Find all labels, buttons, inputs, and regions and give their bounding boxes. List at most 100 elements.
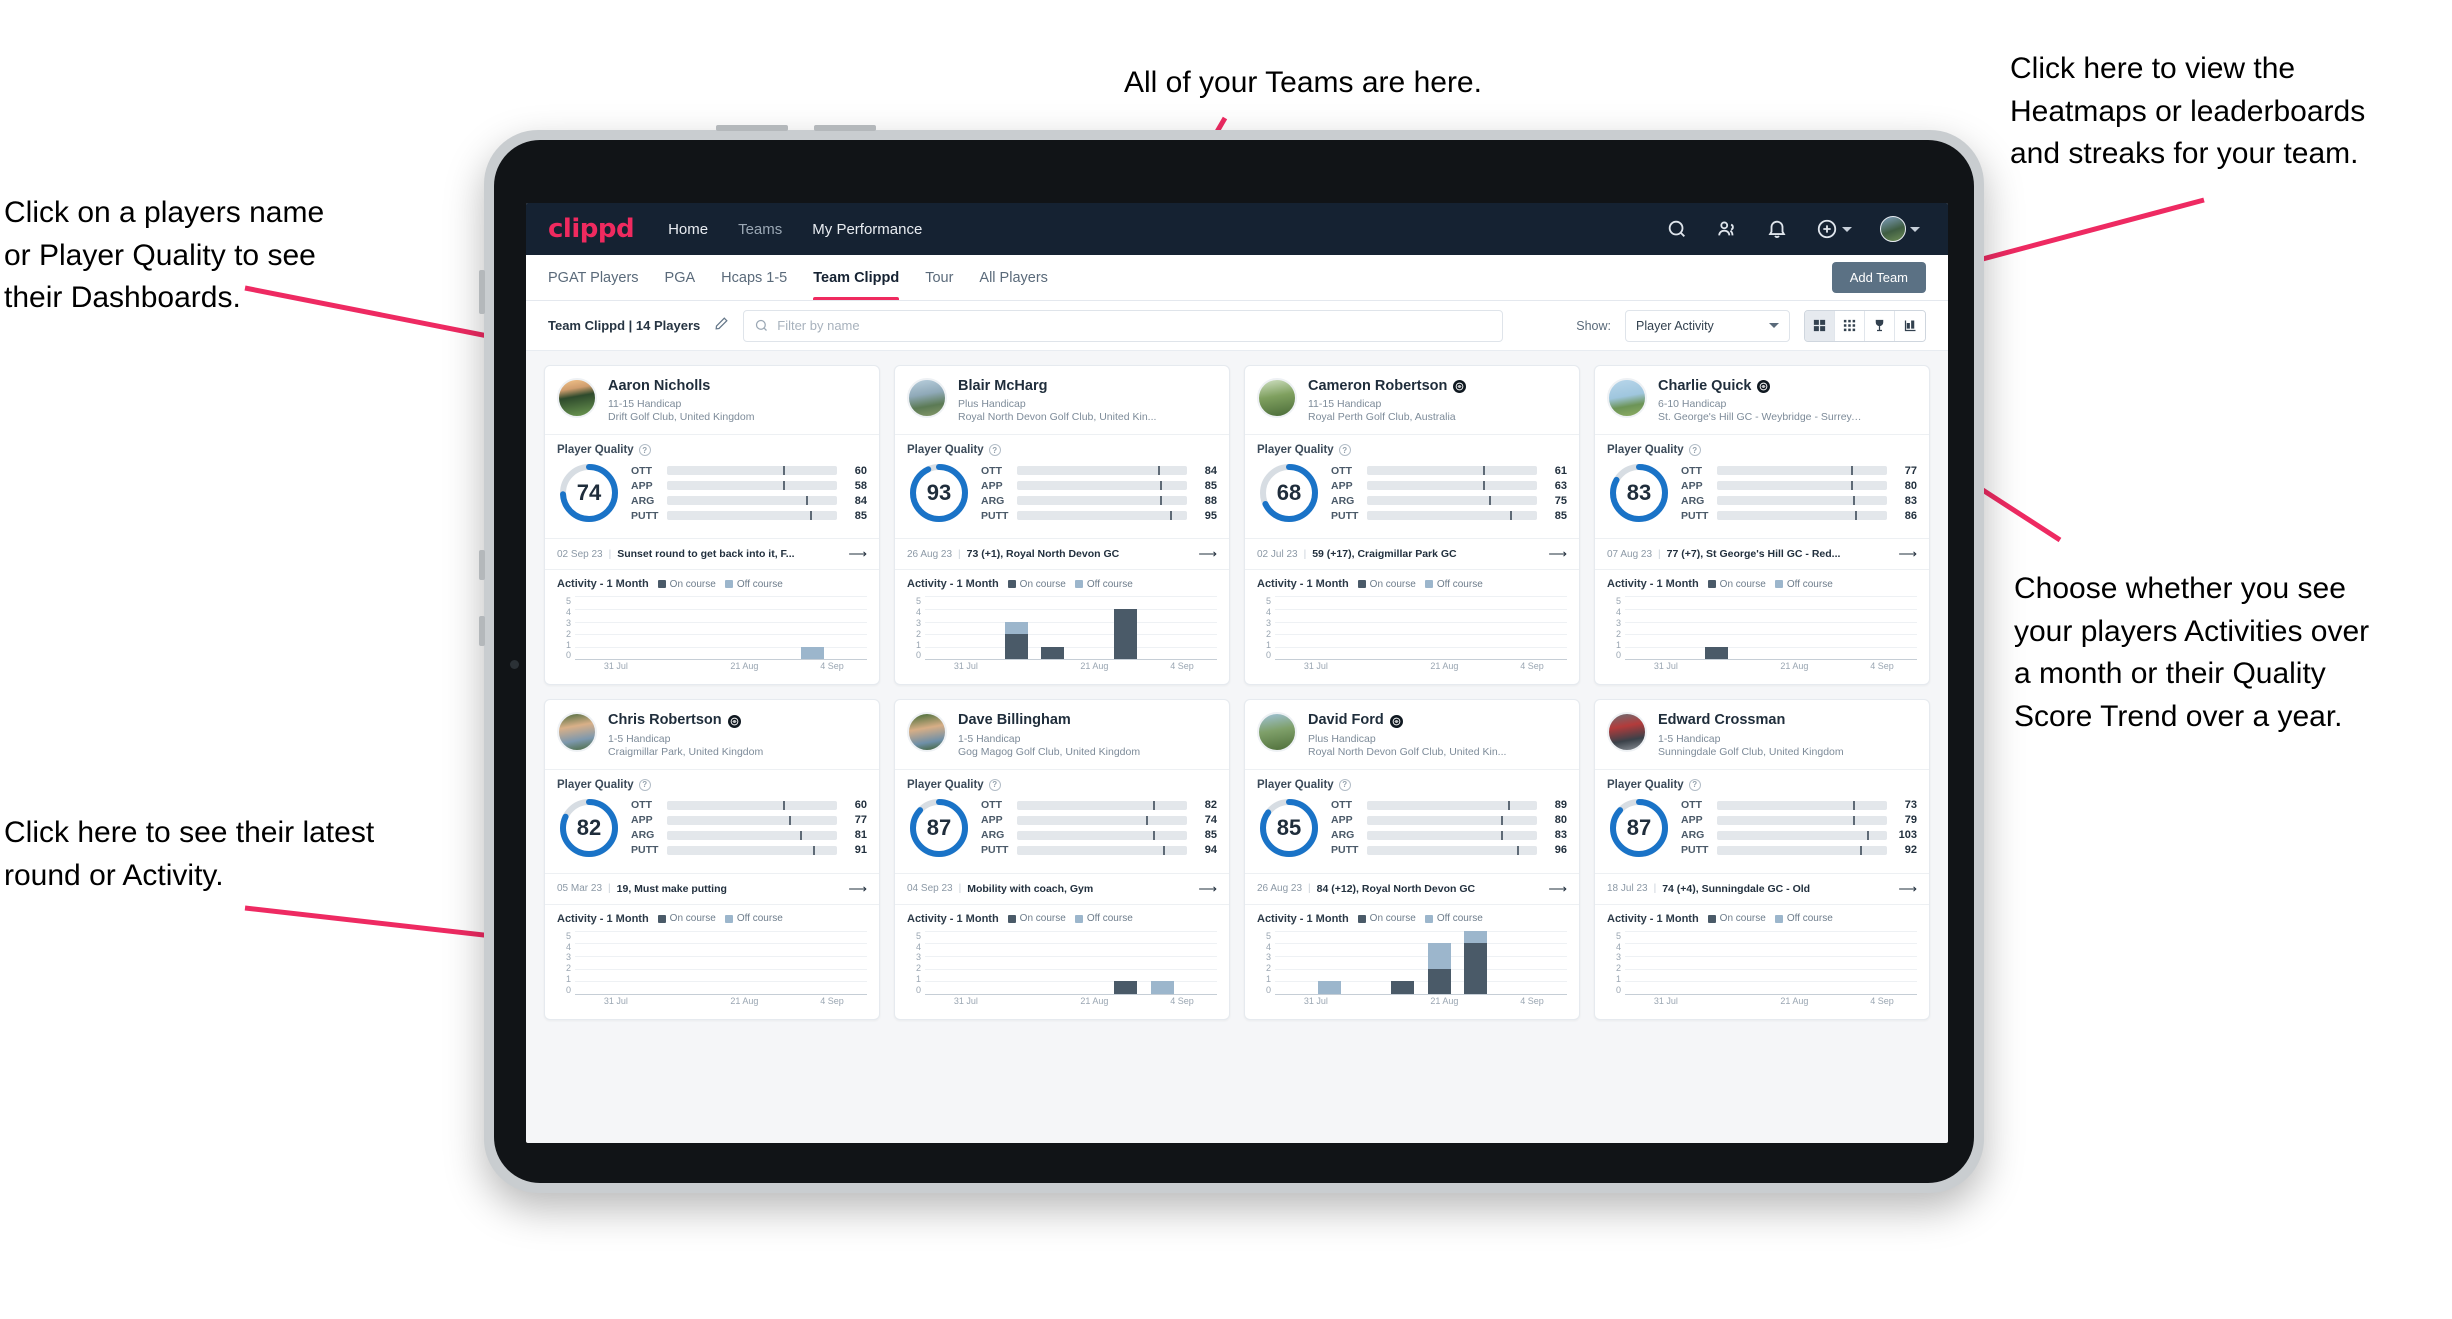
player-card[interactable]: Blair McHarg Plus Handicap Royal North D… <box>894 365 1230 686</box>
player-header[interactable]: Cameron Robertson 11-15 Handicap Royal P… <box>1245 366 1579 434</box>
bell-icon[interactable] <box>1766 218 1788 240</box>
y-axis: 543210 <box>915 930 921 995</box>
player-quality-body: 82 OTT 60 APP 77 ARG 81 PUTT 91 <box>557 791 867 869</box>
help-icon[interactable]: ? <box>1688 778 1701 791</box>
help-icon[interactable]: ? <box>988 778 1001 791</box>
player-club: Royal Perth Golf Club, Australia <box>1308 411 1456 424</box>
player-header[interactable]: Aaron Nicholls 11-15 Handicap Drift Golf… <box>545 366 879 434</box>
avatar[interactable] <box>1880 216 1920 242</box>
player-quality-title[interactable]: Player Quality ? <box>557 778 867 791</box>
player-name: Cameron Robertson <box>1308 378 1448 394</box>
arrow-right-icon[interactable]: ⟶ <box>848 881 867 897</box>
search-input-wrapper[interactable] <box>743 309 1504 342</box>
primary-nav: Home Teams My Performance <box>668 221 922 238</box>
metric-value: 77 <box>1904 464 1917 477</box>
tab-tour[interactable]: Tour <box>925 255 953 300</box>
add-team-button[interactable]: Add Team <box>1831 262 1926 293</box>
metric-value: 81 <box>854 829 867 842</box>
player-quality-label: Player Quality <box>1607 444 1684 457</box>
tab-team-clippd[interactable]: Team Clippd <box>813 255 899 300</box>
player-card[interactable]: Edward Crossman 1-5 Handicap Sunningdale… <box>1594 699 1930 1020</box>
metric-track <box>1367 830 1537 840</box>
player-quality-title[interactable]: Player Quality ? <box>1607 778 1917 791</box>
tab-all-players[interactable]: All Players <box>979 255 1048 300</box>
arrow-right-icon[interactable]: ⟶ <box>1548 546 1567 562</box>
player-quality-body: 83 OTT 77 APP 80 ARG 83 PUTT 86 <box>1607 456 1917 534</box>
nav-link-my-performance[interactable]: My Performance <box>812 221 922 238</box>
player-quality-title[interactable]: Player Quality ? <box>1257 778 1567 791</box>
player-card[interactable]: Chris Robertson 1-5 Handicap Craigmillar… <box>544 699 880 1020</box>
people-icon[interactable] <box>1716 218 1738 240</box>
grid-small-view-button[interactable] <box>1835 310 1865 341</box>
help-icon[interactable]: ? <box>1688 444 1701 457</box>
latest-round-row[interactable]: 26 Aug 23 | 84 (+12), Royal North Devon … <box>1245 872 1579 904</box>
player-name-row[interactable]: Cameron Robertson <box>1308 378 1467 395</box>
player-quality-title[interactable]: Player Quality ? <box>907 444 1217 457</box>
latest-round-row[interactable]: 26 Aug 23 | 73 (+1), Royal North Devon G… <box>895 538 1229 569</box>
player-header[interactable]: David Ford Plus Handicap Royal North Dev… <box>1245 700 1579 768</box>
arrow-right-icon[interactable]: ⟶ <box>1198 546 1217 562</box>
player-name-row[interactable]: Charlie Quick <box>1658 378 1863 395</box>
latest-round-row[interactable]: 02 Jul 23 | 59 (+17), Craigmillar Park G… <box>1245 538 1579 569</box>
player-name-row[interactable]: Blair McHarg <box>958 378 1156 395</box>
view-toggle-group <box>1804 309 1926 342</box>
nav-link-home[interactable]: Home <box>668 221 708 238</box>
round-date: 05 Mar 23 <box>557 883 603 895</box>
search-input[interactable] <box>777 318 1493 333</box>
player-name-row[interactable]: Dave Billingham <box>958 712 1140 729</box>
latest-round-row[interactable]: 07 Aug 23 | 77 (+7), St George's Hill GC… <box>1595 538 1929 569</box>
player-card[interactable]: Dave Billingham 1-5 Handicap Gog Magog G… <box>894 699 1230 1020</box>
grid-large-view-button[interactable] <box>1805 310 1835 341</box>
latest-round-row[interactable]: 05 Mar 23 | 19, Must make putting ⟶ <box>545 872 879 904</box>
trophy-view-button[interactable] <box>1865 310 1895 341</box>
player-card[interactable]: Aaron Nicholls 11-15 Handicap Drift Golf… <box>544 365 880 686</box>
help-icon[interactable]: ? <box>638 444 651 457</box>
latest-round-row[interactable]: 04 Sep 23 | Mobility with coach, Gym ⟶ <box>895 872 1229 904</box>
help-icon[interactable]: ? <box>1338 778 1351 791</box>
metric-label: OTT <box>981 464 1002 477</box>
player-header[interactable]: Blair McHarg Plus Handicap Royal North D… <box>895 366 1229 434</box>
metric-row: ARG 84 <box>631 495 867 507</box>
help-icon[interactable]: ? <box>1338 444 1351 457</box>
player-name-row[interactable]: Aaron Nicholls <box>608 378 754 395</box>
player-header[interactable]: Chris Robertson 1-5 Handicap Craigmillar… <box>545 700 879 768</box>
clippd-logo[interactable]: clippd <box>548 214 635 244</box>
arrow-right-icon[interactable]: ⟶ <box>1198 881 1217 897</box>
player-name-row[interactable]: David Ford <box>1308 712 1506 729</box>
player-card[interactable]: Charlie Quick 6-10 Handicap St. George's… <box>1594 365 1930 686</box>
metric-value: 82 <box>1204 799 1217 812</box>
player-name-row[interactable]: Edward Crossman <box>1658 712 1844 729</box>
arrow-right-icon[interactable]: ⟶ <box>1548 881 1567 897</box>
tab-hcaps-1-5[interactable]: Hcaps 1-5 <box>721 255 787 300</box>
legend-off-course: Off course <box>724 579 783 590</box>
plus-circle-icon[interactable] <box>1816 218 1852 240</box>
team-tabs-bar: PGAT Players PGA Hcaps 1-5 Team Clippd T… <box>526 255 1948 301</box>
help-icon[interactable]: ? <box>638 778 651 791</box>
player-header[interactable]: Edward Crossman 1-5 Handicap Sunningdale… <box>1595 700 1929 768</box>
player-name-row[interactable]: Chris Robertson <box>608 712 763 729</box>
show-select[interactable]: Player Activity <box>1625 309 1790 342</box>
tab-pgat-players[interactable]: PGAT Players <box>548 255 639 300</box>
search-icon[interactable] <box>1666 218 1688 240</box>
metric-row: OTT 60 <box>631 799 867 811</box>
latest-round-row[interactable]: 02 Sep 23 | Sunset round to get back int… <box>545 538 879 569</box>
chevron-down-icon <box>1910 226 1920 232</box>
help-icon[interactable]: ? <box>988 444 1001 457</box>
stats-view-button[interactable] <box>1895 310 1925 341</box>
player-quality-title[interactable]: Player Quality ? <box>557 444 867 457</box>
player-quality-title[interactable]: Player Quality ? <box>1257 444 1567 457</box>
tab-pga[interactable]: PGA <box>665 255 696 300</box>
metric-track <box>1717 845 1887 855</box>
player-card[interactable]: David Ford Plus Handicap Royal North Dev… <box>1244 699 1580 1020</box>
player-quality-title[interactable]: Player Quality ? <box>1607 444 1917 457</box>
player-quality-title[interactable]: Player Quality ? <box>907 778 1217 791</box>
player-header[interactable]: Charlie Quick 6-10 Handicap St. George's… <box>1595 366 1929 434</box>
pencil-icon[interactable] <box>714 316 729 336</box>
latest-round-row[interactable]: 18 Jul 23 | 74 (+4), Sunningdale GC - Ol… <box>1595 872 1929 904</box>
arrow-right-icon[interactable]: ⟶ <box>1898 546 1917 562</box>
nav-link-teams[interactable]: Teams <box>738 221 782 238</box>
player-card[interactable]: Cameron Robertson 11-15 Handicap Royal P… <box>1244 365 1580 686</box>
player-header[interactable]: Dave Billingham 1-5 Handicap Gog Magog G… <box>895 700 1229 768</box>
arrow-right-icon[interactable]: ⟶ <box>1898 881 1917 897</box>
arrow-right-icon[interactable]: ⟶ <box>848 546 867 562</box>
